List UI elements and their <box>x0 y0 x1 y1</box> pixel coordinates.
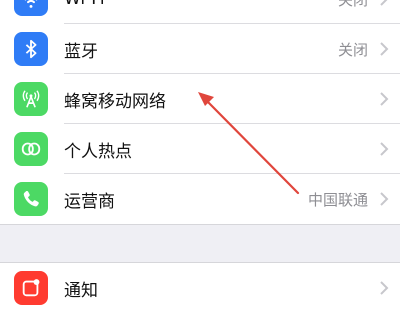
settings-row-notifications[interactable]: 通知 <box>0 263 400 313</box>
settings-row-cellular[interactable]: 蜂窝移动网络 <box>0 74 400 124</box>
chevron-right-icon <box>380 42 389 56</box>
settings-row-bluetooth[interactable]: 蓝牙 关闭 <box>0 24 400 74</box>
settings-group-notifications: 通知 <box>0 262 400 323</box>
settings-row-carrier[interactable]: 运营商 中国联通 <box>0 174 400 224</box>
chevron-right-icon <box>380 92 389 106</box>
settings-row-label: 个人热点 <box>64 141 132 162</box>
chevron-right-icon <box>380 281 389 295</box>
settings-row-label: 蓝牙 <box>64 41 98 62</box>
settings-row-wifi[interactable]: Wi-Fi 关闭 <box>0 0 400 24</box>
settings-row-value: 关闭 <box>337 40 368 59</box>
bluetooth-icon <box>14 32 48 66</box>
notifications-icon <box>14 271 48 305</box>
cellular-icon <box>14 82 48 116</box>
settings-row-label: Wi-Fi <box>64 0 105 9</box>
settings-row-hotspot[interactable]: 个人热点 <box>0 124 400 174</box>
chevron-right-icon <box>380 142 389 156</box>
settings-group-connectivity: Wi-Fi 关闭 蓝牙 关闭 蜂窝移动网络 个人热点 运营商 中国联通 <box>0 0 400 225</box>
settings-row-label: 运营商 <box>64 191 115 212</box>
hotspot-icon <box>14 132 48 166</box>
settings-row-label: 通知 <box>64 280 98 301</box>
chevron-right-icon <box>380 0 388 6</box>
wifi-icon <box>14 0 48 16</box>
settings-row-value: 中国联通 <box>307 190 368 209</box>
chevron-right-icon <box>380 192 389 206</box>
settings-row-value: 关闭 <box>338 0 368 10</box>
settings-row-label: 蜂窝移动网络 <box>64 91 166 112</box>
phone-icon <box>14 182 48 216</box>
